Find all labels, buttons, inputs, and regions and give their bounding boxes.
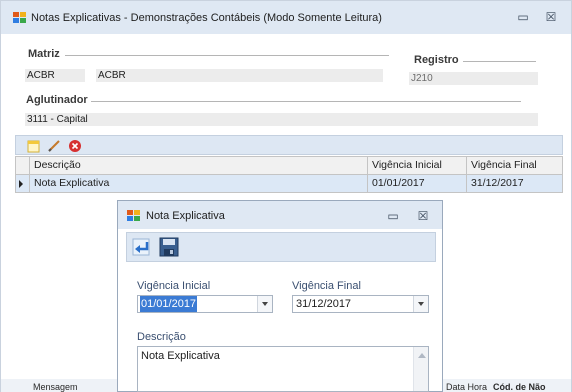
- cell-descricao[interactable]: Nota Explicativa: [29, 175, 367, 192]
- descricao-value[interactable]: Nota Explicativa: [141, 350, 220, 362]
- descricao-label: Descrição: [137, 331, 186, 343]
- registro-label: Registro: [414, 54, 459, 66]
- row-indicator-icon: [19, 180, 23, 188]
- dialog-minimize-button[interactable]: ▭: [385, 209, 401, 223]
- delete-icon[interactable]: [68, 139, 82, 153]
- chevron-down-icon[interactable]: [413, 296, 428, 312]
- nota-explicativa-dialog: Nota Explicativa ▭ ☒ Vigência Inicial 01…: [117, 200, 443, 392]
- vigencia-inicial-combo[interactable]: 01/01/2017: [137, 295, 273, 313]
- vigencia-final-label: Vigência Final: [292, 280, 361, 292]
- table-row[interactable]: Nota Explicativa 01/01/2017 31/12/2017: [15, 175, 563, 193]
- close-button[interactable]: ☒: [543, 10, 559, 24]
- cell-vigencia-final[interactable]: 31/12/2017: [466, 175, 562, 192]
- matriz-code-field: ACBR: [25, 69, 85, 82]
- bottom-left-text: Mensagem: [33, 382, 78, 392]
- vigencia-inicial-value[interactable]: 01/01/2017: [140, 296, 198, 312]
- bottom-right-bold-text: Cód. de Não: [493, 382, 546, 392]
- chevron-down-icon[interactable]: [257, 296, 272, 312]
- edit-icon[interactable]: [47, 139, 61, 153]
- window-title: Notas Explicativas - Demonstrações Contá…: [31, 12, 382, 24]
- dialog-toolbar: [126, 232, 436, 262]
- matriz-label: Matriz: [28, 48, 60, 60]
- vigencia-inicial-label: Vigência Inicial: [137, 280, 211, 292]
- new-icon[interactable]: [27, 139, 41, 153]
- grid-header: Descrição Vigência Inicial Vigência Fina…: [15, 156, 563, 175]
- bottom-right-text: Data Hora: [446, 382, 488, 392]
- vigencia-final-value[interactable]: 31/12/2017: [295, 296, 352, 312]
- dialog-title: Nota Explicativa: [146, 210, 225, 222]
- minimize-button[interactable]: ▭: [515, 10, 531, 24]
- registro-field: J210: [409, 72, 538, 85]
- grid-toolbar: [15, 135, 563, 155]
- dialog-app-icon: [127, 210, 140, 221]
- matriz-name-field: ACBR: [96, 69, 383, 82]
- window-titlebar[interactable]: Notas Explicativas - Demonstrações Contá…: [1, 1, 571, 34]
- column-header-vigencia-final[interactable]: Vigência Final: [466, 157, 562, 174]
- dialog-titlebar[interactable]: Nota Explicativa ▭ ☒: [118, 201, 442, 229]
- aglutinador-field: 3111 - Capital: [25, 113, 538, 126]
- save-icon[interactable]: [158, 236, 180, 258]
- textarea-scrollbar[interactable]: [413, 347, 428, 391]
- cell-vigencia-inicial[interactable]: 01/01/2017: [367, 175, 466, 192]
- app-icon: [13, 12, 26, 23]
- column-header-vigencia-inicial[interactable]: Vigência Inicial: [367, 157, 466, 174]
- matriz-divider: [65, 55, 389, 56]
- aglutinador-label: Aglutinador: [26, 94, 88, 106]
- registro-divider: [463, 61, 536, 62]
- dialog-close-button[interactable]: ☒: [415, 209, 431, 223]
- vigencia-final-combo[interactable]: 31/12/2017: [292, 295, 429, 313]
- descricao-textarea[interactable]: Nota Explicativa: [137, 346, 429, 392]
- return-icon[interactable]: [131, 236, 153, 258]
- column-header-descricao[interactable]: Descrição: [29, 157, 371, 174]
- aglutinador-divider: [91, 101, 521, 102]
